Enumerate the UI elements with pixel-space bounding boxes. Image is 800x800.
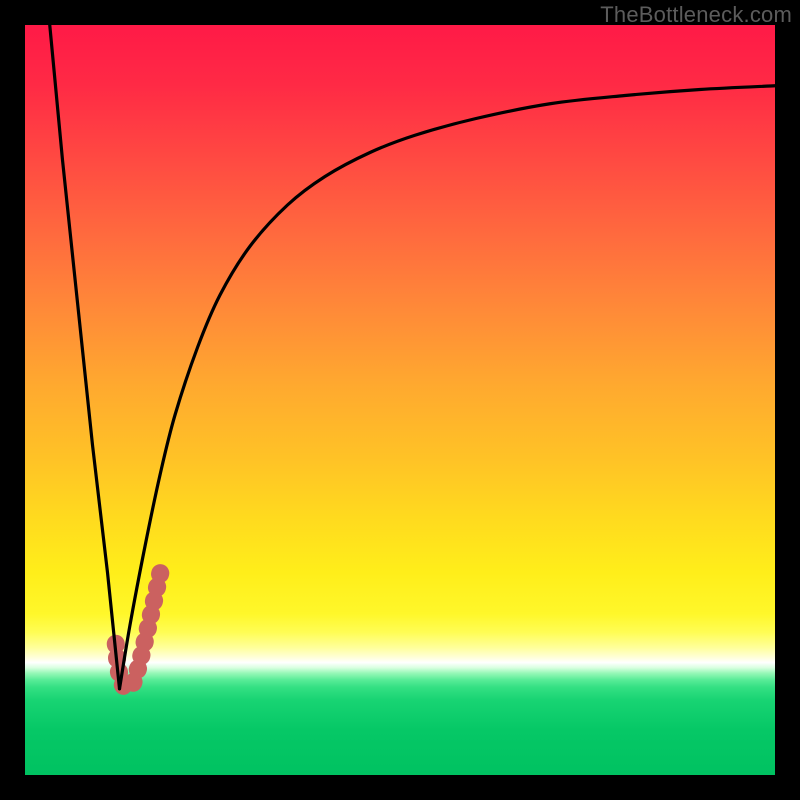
chart-plot-area bbox=[25, 25, 775, 775]
watermark-text: TheBottleneck.com bbox=[600, 2, 792, 28]
chart-curve-left bbox=[50, 25, 120, 689]
chart-frame: TheBottleneck.com bbox=[0, 0, 800, 800]
chart-svg bbox=[25, 25, 775, 775]
chart-curve-right bbox=[120, 86, 776, 689]
